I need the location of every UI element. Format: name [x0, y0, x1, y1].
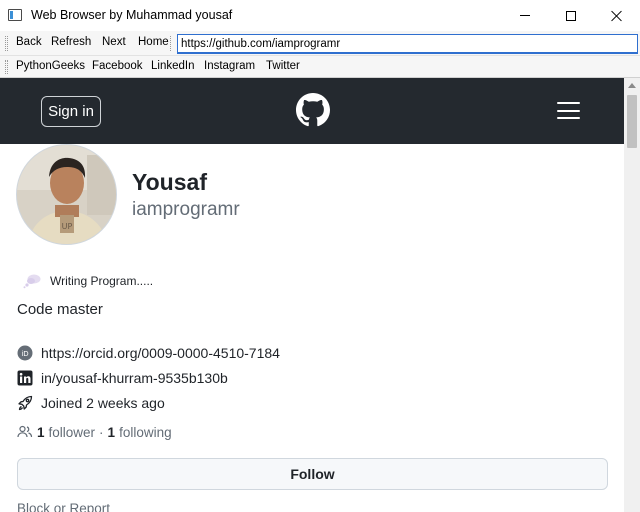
avatar[interactable]: UP	[16, 144, 117, 245]
orcid-link[interactable]: iD https://orcid.org/0009-0000-4510-7184	[17, 345, 280, 361]
linkedin-icon	[17, 370, 33, 386]
bookmark-pythongeeks[interactable]: PythonGeeks	[16, 60, 85, 72]
rocket-icon	[17, 395, 33, 411]
joined-text: Joined 2 weeks ago	[41, 395, 165, 411]
svg-text:UP: UP	[62, 222, 73, 231]
follow-button[interactable]: Follow	[17, 458, 608, 490]
hamburger-menu-icon[interactable]	[557, 102, 580, 119]
toolbar-grip-handle[interactable]	[5, 36, 8, 51]
github-header: Sign in	[0, 78, 624, 144]
next-button[interactable]: Next	[102, 36, 126, 48]
joined-date: Joined 2 weeks ago	[17, 395, 165, 411]
bookmarks-toolbar: PythonGeeks Facebook LinkedIn Instagram …	[0, 56, 640, 78]
orcid-icon: iD	[17, 345, 33, 361]
bookmark-linkedin[interactable]: LinkedIn	[151, 60, 194, 72]
followers-label[interactable]: follower	[49, 425, 96, 440]
scrollbar-thumb[interactable]	[627, 95, 637, 148]
github-icon[interactable]	[296, 93, 330, 127]
web-viewport: Sign in UP Yousaf iamprogramr Writing Pr…	[0, 78, 640, 512]
bookmark-facebook[interactable]: Facebook	[92, 60, 143, 72]
follow-stats: 1 follower · 1 following	[17, 424, 172, 440]
app-window-icon	[8, 9, 22, 21]
bookmarks-grip-handle[interactable]	[5, 60, 8, 74]
sign-in-button[interactable]: Sign in	[41, 96, 101, 127]
minimize-icon	[520, 15, 530, 16]
maximize-icon	[566, 10, 576, 21]
back-button[interactable]: Back	[16, 36, 42, 48]
bookmark-twitter[interactable]: Twitter	[266, 60, 300, 72]
profile-photo: UP	[17, 145, 116, 244]
scroll-up-arrow-icon[interactable]	[628, 83, 636, 88]
block-or-report-link[interactable]: Block or Report	[17, 501, 110, 512]
people-icon	[17, 424, 33, 440]
home-button[interactable]: Home	[138, 36, 169, 48]
status-text: Writing Program.....	[50, 274, 154, 288]
linkedin-link[interactable]: in/yousaf-khurram-9535b130b	[17, 370, 228, 386]
close-icon	[611, 10, 623, 22]
following-label[interactable]: following	[119, 425, 172, 440]
close-button[interactable]	[594, 0, 640, 31]
profile-bio: Code master	[17, 301, 103, 318]
minimize-button[interactable]	[502, 0, 548, 31]
url-input[interactable]	[177, 34, 638, 54]
window-titlebar: Web Browser by Muhammad yousaf	[0, 0, 640, 31]
linkedin-handle[interactable]: in/yousaf-khurram-9535b130b	[41, 370, 228, 386]
user-status[interactable]: Writing Program.....	[22, 273, 153, 289]
thought-balloon-icon	[23, 274, 41, 289]
profile-username: iamprogramr	[132, 199, 240, 220]
navigation-toolbar: Back Refresh Next Home	[0, 31, 640, 56]
maximize-button[interactable]	[548, 0, 594, 31]
followers-count[interactable]: 1	[37, 425, 45, 440]
profile-name: Yousaf	[132, 169, 207, 195]
svg-text:iD: iD	[21, 350, 28, 358]
toolbar-separator	[170, 36, 172, 51]
following-count[interactable]: 1	[108, 425, 116, 440]
orcid-url[interactable]: https://orcid.org/0009-0000-4510-7184	[41, 345, 280, 361]
follow-separator: ·	[99, 424, 104, 440]
refresh-button[interactable]: Refresh	[51, 36, 91, 48]
window-title: Web Browser by Muhammad yousaf	[31, 8, 233, 22]
bookmark-instagram[interactable]: Instagram	[204, 60, 255, 72]
vertical-scrollbar[interactable]	[624, 78, 640, 512]
